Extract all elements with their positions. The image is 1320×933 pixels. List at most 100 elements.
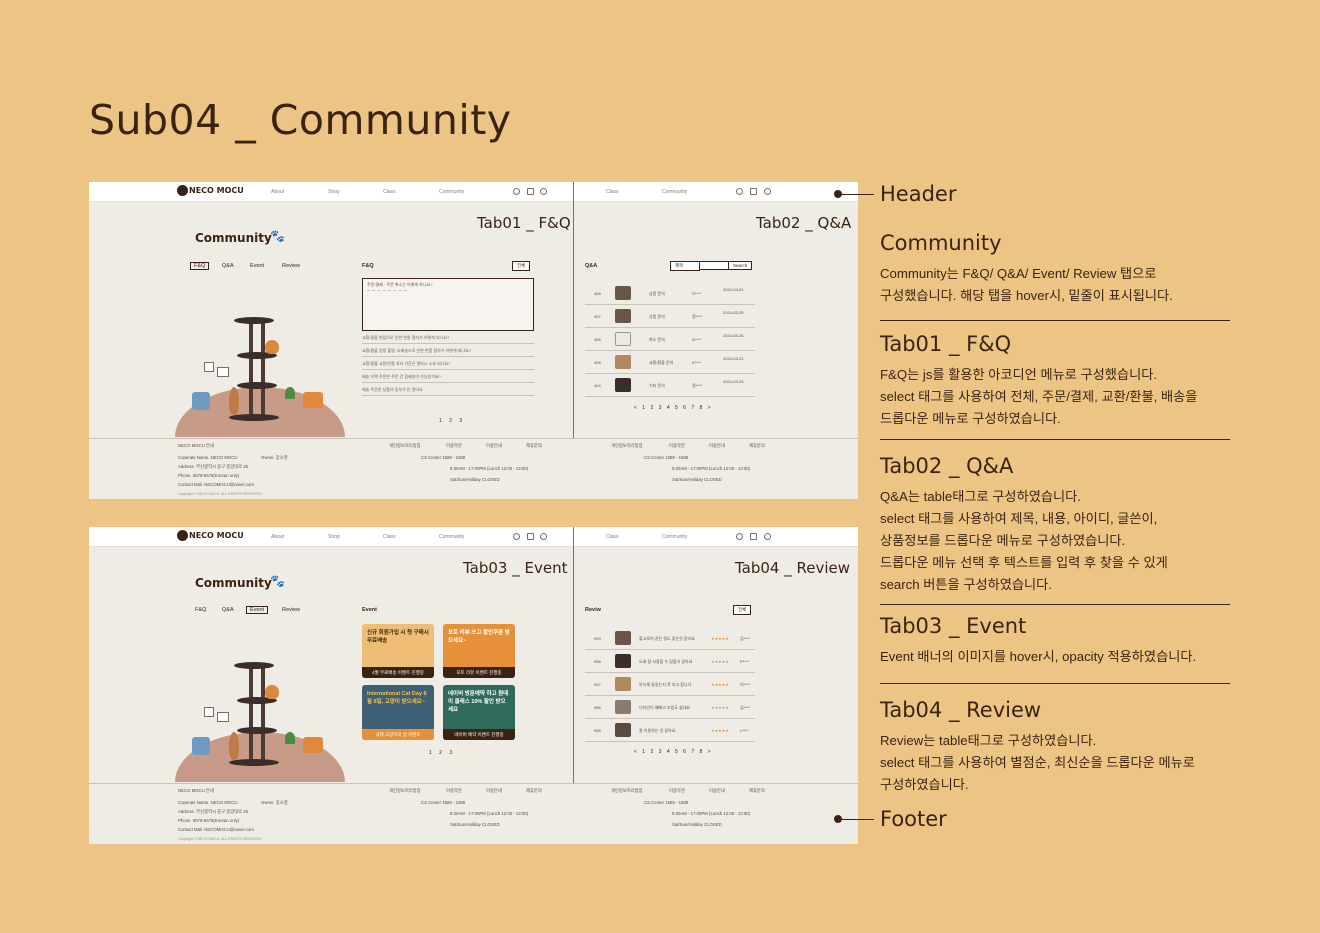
nav-about[interactable]: About [271,189,284,195]
user-icon-right[interactable] [764,188,771,195]
desc-line: 구성했습니다. 해당 탭을 hover시, 밑줄이 표시됩니다. [880,288,1173,303]
nav-shop[interactable]: Shop [328,534,340,540]
faq-category-select[interactable]: 전체 [512,261,531,271]
footer-link-terms[interactable]: 이용약관 [446,788,462,794]
faq-row[interactable]: 배송 주문한 상품의 일부가 안 왔어요. [362,384,534,396]
faq-open-item[interactable]: 주문/결제 · 주문 취소는 어떻게 하나요? [362,278,534,331]
search-icon[interactable] [513,188,520,195]
nav-community-right[interactable]: Community [662,189,687,195]
product-thumb [615,286,631,300]
subtab-qa[interactable]: Q&A [222,263,234,269]
tab02-description: Tab02 _ Q&A Q&A는 table태그로 구성하였습니다. selec… [880,454,1230,596]
table-row[interactable]: 999 불고로이 같은 정도 좋은것 같아요 ★★★★★ 김**** [585,627,755,650]
footer-guide[interactable]: NECO MOCU 안내 [178,443,214,449]
footer-link-partner-right[interactable]: 제휴문의 [749,788,765,794]
nav-community[interactable]: Community [439,189,464,195]
section-divider [880,683,1230,684]
event-text: 네이버 방문예약 하고 원데이 클래스 10% 할인 받으세요 [448,691,509,713]
subtab-review[interactable]: Review [282,607,300,613]
footer-link-guide-right[interactable]: 이용안내 [709,788,725,794]
event-banner[interactable]: 포토 리뷰 쓰고 할인쿠폰 받으세요~ 포토 리뷰 이벤트 진행중 [443,624,515,678]
table-row[interactable]: 997 아늑해 들었는지 푹 자고 합니다 ★★★★★ 이**** [585,673,755,696]
qa-search-button[interactable]: Search [728,261,753,270]
event-banner[interactable]: International Cat Day 8월 8일, 고양이 받으세요~ 국… [362,685,434,740]
desc-line: 상품정보를 드롭다운 메뉴로 구성하였습니다. [880,533,1126,548]
qa-date: 2024-03-03 [723,379,744,384]
footer-link-privacy-right[interactable]: 개인정보처리방침 [611,443,643,449]
faq-row[interactable]: 배송 지역 주문한 주문 건 합배송이 가능한가요? [362,371,534,383]
qa-title: 기타 문의 [649,383,665,388]
mock-logo[interactable]: NECO MOCU [177,185,244,196]
table-row[interactable]: 407 상품 문의 정**** 2024-03-29 [585,305,755,328]
nav-community-right[interactable]: Community [662,534,687,540]
subtab-qa[interactable]: Q&A [222,607,234,613]
faq-pagination[interactable]: 1 2 3 [439,418,465,424]
review-sort-select[interactable]: 전체 [733,605,752,615]
nav-about[interactable]: About [271,534,284,540]
qa-pagination[interactable]: < 1 2 3 4 5 6 7 8 > [634,405,713,411]
desc-line: select 태그를 사용하여 제목, 내용, 아이디, 글쓴이, [880,511,1158,526]
user-icon-right[interactable] [764,533,771,540]
user-icon[interactable] [540,188,547,195]
event-pagination[interactable]: 1 2 3 [429,750,455,756]
event-banner[interactable]: 네이버 방문예약 하고 원데이 클래스 10% 할인 받으세요 네이버 예약 이… [443,685,515,740]
footer-link-partner-right[interactable]: 제휴문의 [749,443,765,449]
table-row[interactable]: 406 취소 문의 A**** 2024-03-26 [585,328,755,351]
subtab-review[interactable]: Review [282,263,300,269]
footer-link-partner[interactable]: 제휴문의 [526,443,542,449]
footer-link-guide[interactable]: 이용안내 [486,788,502,794]
subtab-faq[interactable]: F&Q [195,607,206,613]
footer-link-privacy[interactable]: 개인정보처리방침 [389,443,421,449]
subtab-event[interactable]: Event [250,263,264,269]
table-row[interactable]: 998 오래 잘 사용할 수 있을거 같아요 ★★★★★ P**** [585,650,755,673]
desc-line: Review는 table태그로 구성하였습니다. [880,733,1097,748]
nav-class-right[interactable]: Class [606,534,619,540]
qa-search-input[interactable]: . [699,261,729,270]
search-icon-right[interactable] [736,188,743,195]
mock-logo[interactable]: NECO MOCU [177,530,244,541]
cat-logo-icon [177,530,188,541]
faq-row[interactable]: 교환/환불 교환/반품 처리 기간은 얼마나 소요 되나요? [362,358,534,370]
event-caption: 국제 고양이의 날 이벤트 [362,729,434,740]
review-pagination[interactable]: < 1 2 3 4 5 6 7 8 > [634,749,713,755]
subtab-event[interactable]: Event [246,606,269,614]
cart-icon-right[interactable] [750,533,757,540]
nav-class[interactable]: Class [383,189,396,195]
nav-class-right[interactable]: Class [606,189,619,195]
tab01-description: Tab01 _ F&Q F&Q는 js를 활용한 아코디언 메뉴로 구성했습니다… [880,332,1230,430]
review-no: 996 [594,705,601,710]
footer-link-guide[interactable]: 이용안내 [486,443,502,449]
nav-class[interactable]: Class [383,534,396,540]
table-row[interactable]: 996 디자인이 예뻐고 조립도 쉽네요 ★★★★★ 김**** [585,696,755,719]
faq-row[interactable]: 교환/환불 변심으로 인한 반품 절차가 어떻게 되나요? [362,332,534,344]
table-row[interactable]: 405 교환/환불 문의 K**** 2024-03-22 [585,351,755,374]
desc-line: Community는 F&Q/ Q&A/ Event/ Review 탭으로 [880,266,1157,281]
footer-link-terms-right[interactable]: 이용약관 [669,788,685,794]
cart-icon-right[interactable] [750,188,757,195]
desc-line: 드롭다운 메뉴로 구성하였습니다. [880,411,1061,426]
table-row[interactable]: 404 기타 문의 정**** 2024-03-03 [585,374,755,397]
footer-link-terms-right[interactable]: 이용약관 [669,443,685,449]
footer-link-terms[interactable]: 이용약관 [446,443,462,449]
event-banner[interactable]: 신규 회원가입 시 첫 구매시 무료배송 4월 무료배송 이벤트 진행중 [362,624,434,678]
footer-link-partner[interactable]: 제휴문의 [526,788,542,794]
search-icon-right[interactable] [736,533,743,540]
faq-row[interactable]: 교환/환불 상품 불량, 오배송으로 인한 반품 절차가 어떻게 되나요? [362,345,534,357]
table-row[interactable]: 408 상품 문의 S**** 2024-04-01 [585,282,755,305]
cart-icon[interactable] [527,533,534,540]
qa-field-select[interactable]: 제목 [670,261,700,271]
footer-guide[interactable]: NECO MOCU 안내 [178,788,214,794]
subtab-faq[interactable]: F&Q [190,262,210,270]
user-icon[interactable] [540,533,547,540]
footer-callout-line [840,819,874,820]
nav-community[interactable]: Community [439,534,464,540]
nav-shop[interactable]: Shop [328,189,340,195]
footer-mail: Contact Mail. NECOMOCU@naver.com [178,482,254,487]
cart-icon[interactable] [527,188,534,195]
footer-link-privacy[interactable]: 개인정보처리방침 [389,788,421,794]
qa-user: S**** [692,291,701,296]
footer-link-privacy-right[interactable]: 개인정보처리방침 [611,788,643,794]
search-icon[interactable] [513,533,520,540]
footer-link-guide-right[interactable]: 이용안내 [709,443,725,449]
table-row[interactable]: 995 잘 이용하는 것 같아요 ★★★★★ L**** [585,719,755,742]
